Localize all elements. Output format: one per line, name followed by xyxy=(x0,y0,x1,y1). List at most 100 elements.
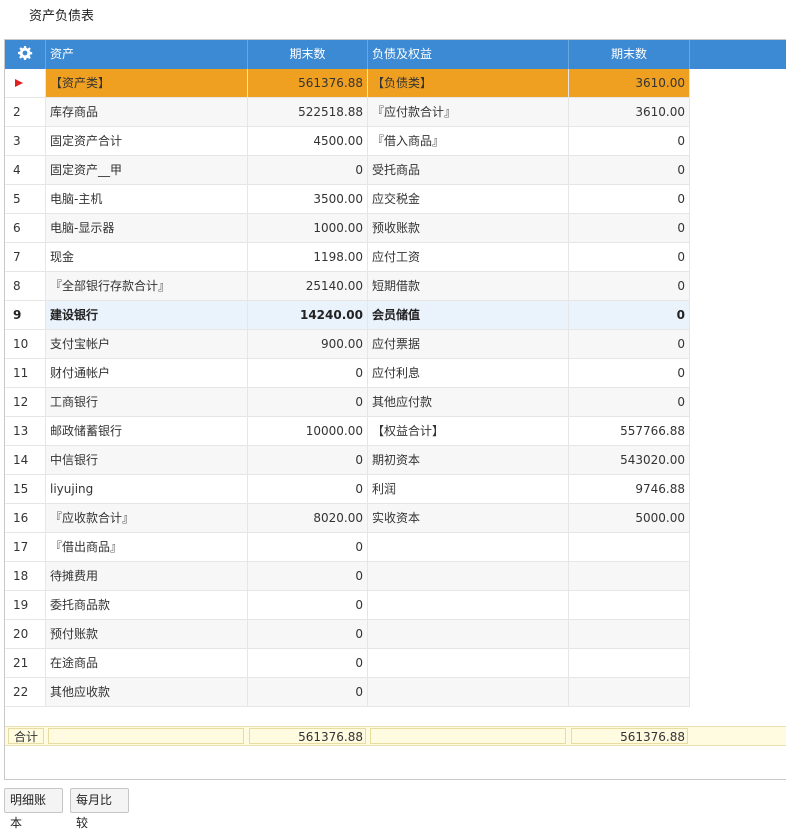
column-header-filler xyxy=(690,40,786,69)
table-row[interactable]: 19 委托商品款 0 xyxy=(5,591,786,620)
row-number: 17 xyxy=(5,533,46,562)
liability-end-cell: 3610.00 xyxy=(569,98,690,127)
liability-name-cell: 【负债类】 xyxy=(368,69,569,98)
asset-name-cell: 固定资产__甲 xyxy=(46,156,248,185)
asset-end-cell: 0 xyxy=(248,533,368,562)
asset-name-cell: 建设银行 xyxy=(46,301,248,330)
column-header-asset-end[interactable]: 期末数 xyxy=(248,40,368,69)
liability-name-cell xyxy=(368,533,569,562)
asset-name-cell: 支付宝帐户 xyxy=(46,330,248,359)
liability-name-cell: 应付票据 xyxy=(368,330,569,359)
table-row[interactable]: 17 『借出商品』 0 xyxy=(5,533,786,562)
liability-name-cell: 会员储值 xyxy=(368,301,569,330)
row-number: 15 xyxy=(5,475,46,504)
table-row[interactable]: 16 『应收款合计』 8020.00 实收资本 5000.00 xyxy=(5,504,786,533)
liability-end-cell: 0 xyxy=(569,272,690,301)
table-row[interactable]: 3 固定资产合计 4500.00 『借入商品』 0 xyxy=(5,127,786,156)
table-row[interactable]: 2 库存商品 522518.88 『应付款合计』 3610.00 xyxy=(5,98,786,127)
table-row[interactable]: 9 建设银行 14240.00 会员储值 0 xyxy=(5,301,786,330)
asset-end-cell: 900.00 xyxy=(248,330,368,359)
table-row[interactable]: 【资产类】 561376.88 【负债类】 3610.00 xyxy=(5,69,786,98)
totals-liability-end: 561376.88 xyxy=(571,728,688,744)
liability-end-cell: 0 xyxy=(569,330,690,359)
liability-end-cell: 0 xyxy=(569,359,690,388)
table-row[interactable]: 12 工商银行 0 其他应付款 0 xyxy=(5,388,786,417)
totals-asset-name xyxy=(48,728,244,744)
liability-name-cell xyxy=(368,620,569,649)
table-row[interactable]: 7 现金 1198.00 应付工资 0 xyxy=(5,243,786,272)
row-number: 20 xyxy=(5,620,46,649)
liability-end-cell: 0 xyxy=(569,185,690,214)
column-header-liability[interactable]: 负债及权益 xyxy=(368,40,569,69)
asset-name-cell: 库存商品 xyxy=(46,98,248,127)
asset-name-cell: 电脑-主机 xyxy=(46,185,248,214)
liability-name-cell: 应交税金 xyxy=(368,185,569,214)
settings-button[interactable] xyxy=(5,40,46,69)
table-row[interactable]: 14 中信银行 0 期初资本 543020.00 xyxy=(5,446,786,475)
row-number: 8 xyxy=(5,272,46,301)
table-row[interactable]: 5 电脑-主机 3500.00 应交税金 0 xyxy=(5,185,786,214)
asset-end-cell: 0 xyxy=(248,591,368,620)
asset-name-cell: 中信银行 xyxy=(46,446,248,475)
monthly-compare-button[interactable]: 每月比较 xyxy=(70,788,129,830)
table-row[interactable]: 10 支付宝帐户 900.00 应付票据 0 xyxy=(5,330,786,359)
asset-name-cell: 财付通帐户 xyxy=(46,359,248,388)
liability-end-cell: 3610.00 xyxy=(569,69,690,98)
liability-end-cell: 0 xyxy=(569,388,690,417)
table-row[interactable]: 8 『全部银行存款合计』 25140.00 短期借款 0 xyxy=(5,272,786,301)
liability-name-cell: 『应付款合计』 xyxy=(368,98,569,127)
asset-end-cell: 0 xyxy=(248,156,368,185)
table-row[interactable]: 13 邮政储蓄银行 10000.00 【权益合计】 557766.88 xyxy=(5,417,786,446)
liability-name-cell xyxy=(368,591,569,620)
table-row[interactable]: 4 固定资产__甲 0 受托商品 0 xyxy=(5,156,786,185)
liability-end-cell xyxy=(569,562,690,591)
column-header-asset[interactable]: 资产 xyxy=(46,40,248,69)
liability-name-cell: 应付利息 xyxy=(368,359,569,388)
asset-name-cell: liyujing xyxy=(46,475,248,504)
row-number: 7 xyxy=(5,243,46,272)
asset-name-cell: 邮政储蓄银行 xyxy=(46,417,248,446)
table-row[interactable]: 15 liyujing 0 利润 9746.88 xyxy=(5,475,786,504)
liability-name-cell xyxy=(368,562,569,591)
liability-end-cell: 557766.88 xyxy=(569,417,690,446)
liability-name-cell: 『借入商品』 xyxy=(368,127,569,156)
table-row[interactable]: 22 其他应收款 0 xyxy=(5,678,786,707)
table-row[interactable]: 21 在途商品 0 xyxy=(5,649,786,678)
liability-end-cell xyxy=(569,533,690,562)
asset-name-cell: 【资产类】 xyxy=(46,69,248,98)
liability-name-cell: 短期借款 xyxy=(368,272,569,301)
table-row[interactable]: 11 财付通帐户 0 应付利息 0 xyxy=(5,359,786,388)
row-number: 5 xyxy=(5,185,46,214)
asset-end-cell: 522518.88 xyxy=(248,98,368,127)
liability-end-cell: 0 xyxy=(569,301,690,330)
liability-name-cell: 实收资本 xyxy=(368,504,569,533)
column-header-liability-end[interactable]: 期末数 xyxy=(569,40,690,69)
liability-name-cell xyxy=(368,678,569,707)
row-number: 22 xyxy=(5,678,46,707)
table-row[interactable]: 18 待摊费用 0 xyxy=(5,562,786,591)
row-number: 10 xyxy=(5,330,46,359)
liability-end-cell xyxy=(569,649,690,678)
liability-end-cell: 9746.88 xyxy=(569,475,690,504)
liability-name-cell: 预收账款 xyxy=(368,214,569,243)
row-number xyxy=(5,69,46,98)
row-pointer-icon xyxy=(15,78,23,87)
table-row[interactable]: 20 预付账款 0 xyxy=(5,620,786,649)
totals-row: 合计 561376.88 561376.88 xyxy=(5,726,786,746)
asset-end-cell: 0 xyxy=(248,649,368,678)
detail-ledger-button[interactable]: 明细账本 xyxy=(4,788,63,830)
liability-name-cell: 期初资本 xyxy=(368,446,569,475)
totals-label: 合计 xyxy=(8,728,44,744)
asset-name-cell: 『借出商品』 xyxy=(46,533,248,562)
gear-icon xyxy=(18,46,33,60)
totals-liability-name xyxy=(370,728,566,744)
row-number: 18 xyxy=(5,562,46,591)
asset-end-cell: 0 xyxy=(248,562,368,591)
asset-end-cell: 0 xyxy=(248,446,368,475)
asset-name-cell: 电脑-显示器 xyxy=(46,214,248,243)
asset-name-cell: 在途商品 xyxy=(46,649,248,678)
asset-end-cell: 10000.00 xyxy=(248,417,368,446)
liability-end-cell xyxy=(569,591,690,620)
table-row[interactable]: 6 电脑-显示器 1000.00 预收账款 0 xyxy=(5,214,786,243)
asset-end-cell: 14240.00 xyxy=(248,301,368,330)
